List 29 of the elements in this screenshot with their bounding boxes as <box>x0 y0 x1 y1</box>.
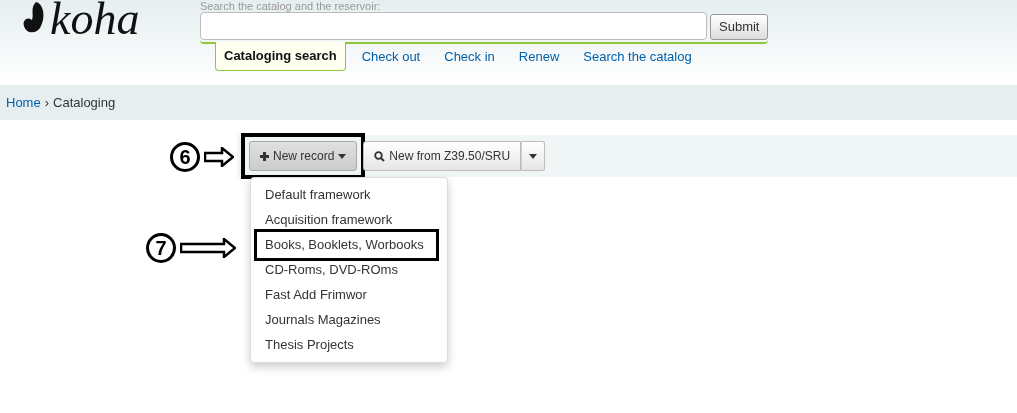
callout-number: 7 <box>146 233 176 263</box>
arrow-icon <box>204 147 234 167</box>
plus-icon <box>260 151 269 161</box>
search-tab[interactable]: Search the catalog <box>575 42 700 70</box>
caret-icon <box>529 153 538 159</box>
menu-item[interactable]: Thesis Projects <box>258 333 435 357</box>
dropdown-toggle-button[interactable] <box>521 141 546 171</box>
submit-button[interactable]: Submit <box>710 14 769 40</box>
menu-item[interactable]: Fast Add Frimwor <box>258 283 435 307</box>
menu-item[interactable]: Journals Magazines <box>258 308 435 332</box>
search-tab[interactable]: Check in <box>436 42 503 70</box>
breadcrumb-link[interactable]: Home <box>6 92 41 113</box>
breadcrumb-separator: › <box>44 93 50 112</box>
search-tab[interactable]: Renew <box>510 42 568 70</box>
search-tab[interactable]: Check out <box>353 42 429 70</box>
new-record-button[interactable]: New record <box>249 141 358 171</box>
arrow-icon <box>180 238 236 258</box>
new-from-z3950-button[interactable]: New from Z39.50/SRU <box>363 141 522 171</box>
callout-number: 6 <box>170 142 200 172</box>
search-label: Search the catalog and the reservoir: <box>200 0 382 12</box>
menu-item[interactable]: Default framework <box>258 183 435 207</box>
logo-text: koha <box>50 0 140 38</box>
search-tab[interactable]: Cataloging search <box>215 42 346 71</box>
search-icon <box>374 150 386 162</box>
breadcrumb-current: Cataloging <box>53 93 116 112</box>
caret-icon <box>338 153 347 159</box>
menu-item[interactable]: Acquisition framework <box>258 208 435 232</box>
search-field[interactable] <box>200 12 707 40</box>
menu-item[interactable]: CD-Roms, DVD-ROms <box>258 258 435 282</box>
